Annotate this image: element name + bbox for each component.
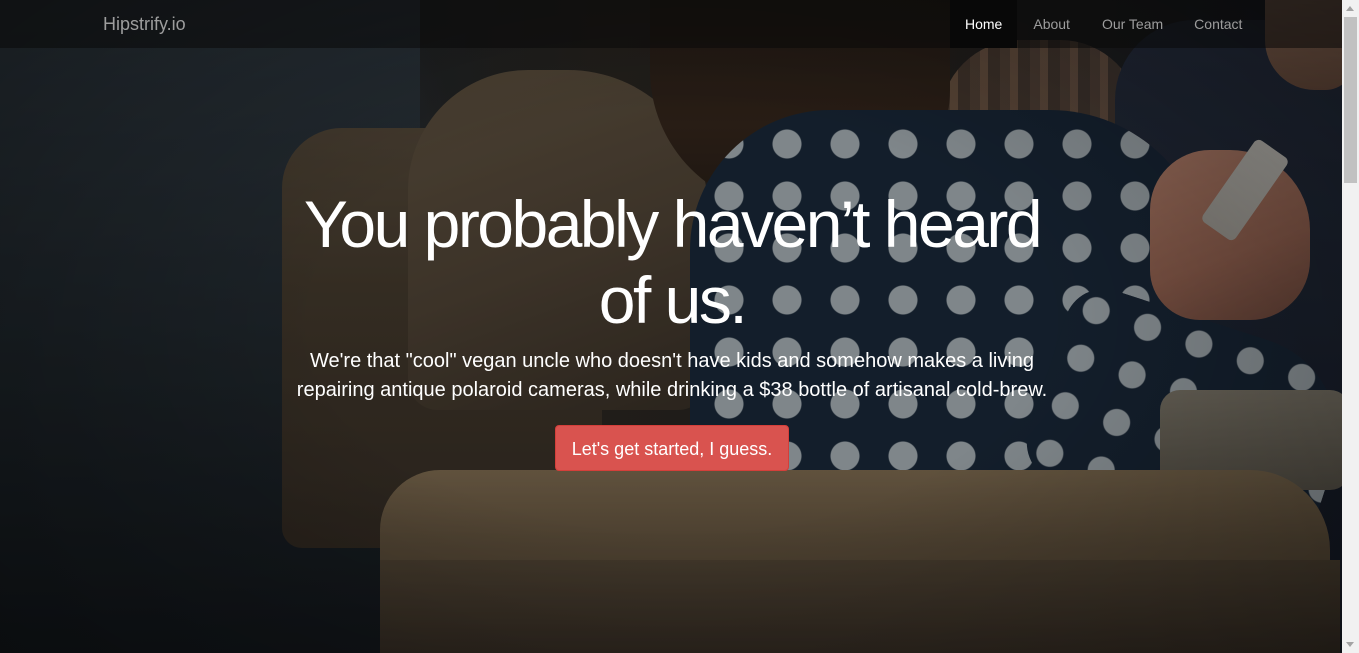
brand-logo-link[interactable]: Hipstrify.io <box>103 0 186 48</box>
nav-item-home[interactable]: Home <box>950 0 1018 48</box>
hero-title: You probably haven’t heard of us. <box>303 187 1043 337</box>
nav-item-our-team[interactable]: Our Team <box>1086 0 1178 48</box>
scrollbar-thumb[interactable] <box>1344 17 1357 183</box>
nav-item-about[interactable]: About <box>1017 0 1086 48</box>
scroll-down-arrow-icon[interactable] <box>1342 636 1359 653</box>
hero-section: You probably haven’t heard of us. We're … <box>270 186 1074 471</box>
nav-item-contact[interactable]: Contact <box>1178 0 1257 48</box>
hero-subtitle: We're that "cool" vegan uncle who doesn'… <box>296 350 1048 401</box>
get-started-button[interactable]: Let's get started, I guess. <box>554 425 790 471</box>
vertical-scrollbar[interactable] <box>1342 0 1359 653</box>
nav-menu: Home About Our Team Contact <box>950 0 1257 48</box>
browser-viewport: Hipstrify.io Home About Our Team Contact… <box>0 0 1359 653</box>
top-navbar: Hipstrify.io Home About Our Team Contact <box>0 0 1342 48</box>
scroll-up-arrow-icon[interactable] <box>1342 0 1359 17</box>
